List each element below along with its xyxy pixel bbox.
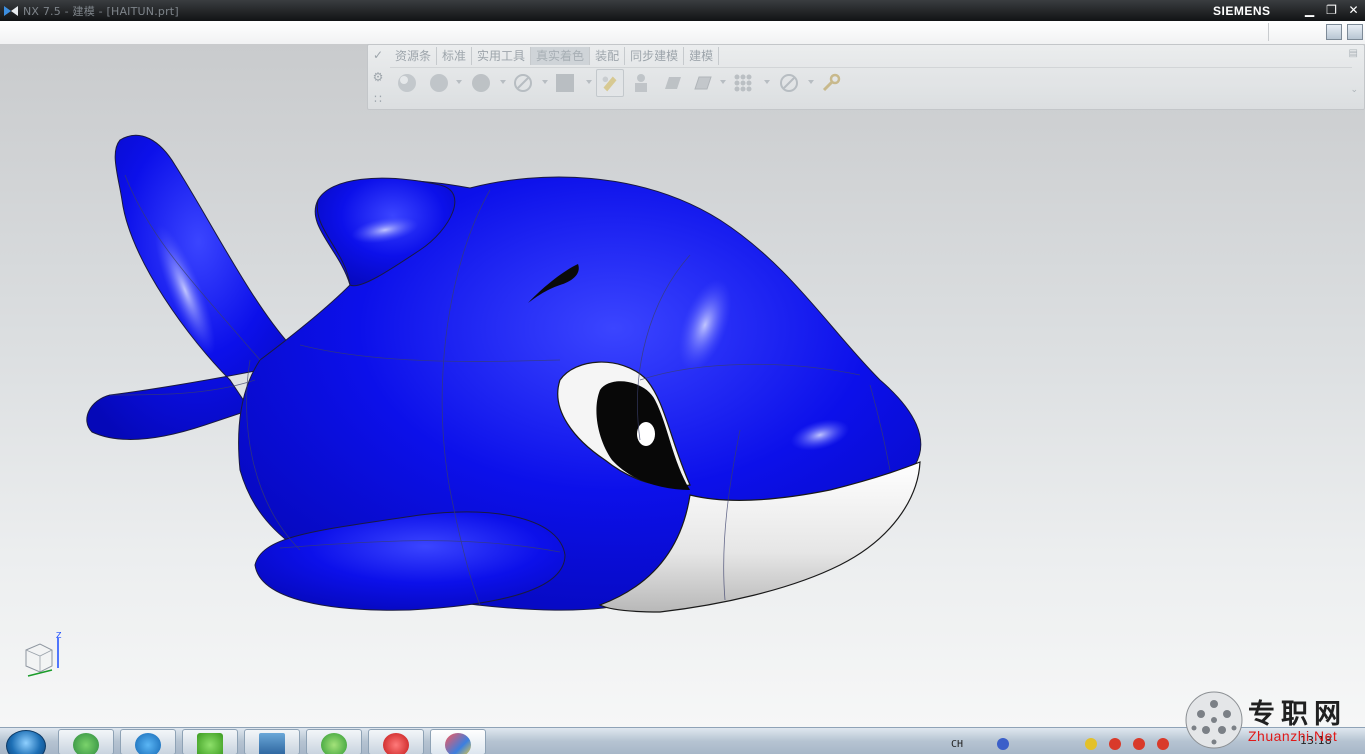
iqiyi-icon[interactable] [182,729,238,754]
ribbon-tabs: 资源条 标准 实用工具 真实着色 装配 同步建模 建模 [390,47,720,65]
dots-dropdown-icon[interactable] [764,80,770,84]
close-icon[interactable]: ✕ [1344,3,1363,19]
help-icon[interactable] [997,738,1009,750]
minimize-icon[interactable]: ▁ [1300,3,1319,19]
media-icon[interactable] [244,729,300,754]
ribbon-tools [390,67,1352,100]
sphere-shade-icon[interactable] [396,72,418,94]
window-tile-icon[interactable] [1326,24,1342,40]
qq-icon-3[interactable] [1133,738,1145,750]
plane-icon[interactable] [662,72,684,94]
dolphin-model[interactable] [0,44,1365,727]
no-symbol-icon-2[interactable] [778,72,800,94]
restore-icon[interactable]: ❐ [1322,3,1341,19]
title-bar: NX 7.5 - 建模 - [HAITUN.prt] SIEMENS ▁ ❐ ✕ [0,0,1365,21]
menu-bar [0,21,1365,45]
watermark-en: Zhuanzhi.Net [1248,728,1338,744]
player-icon[interactable] [368,729,424,754]
view-triad-icon: Z [25,631,62,677]
sphere-icon[interactable] [428,72,450,94]
window-title: NX 7.5 - 建模 - [HAITUN.prt] [23,4,179,18]
tab-synchronous-modeling[interactable]: 同步建模 [625,47,685,65]
start-orb-icon[interactable] [6,730,46,754]
qq-icon[interactable] [1085,738,1097,750]
figure-icon[interactable] [630,72,652,94]
ribbon-left-icons: ✓ ⚙ ∷ [370,47,388,113]
ribbon-collapse-icon[interactable]: ⌄ [1350,85,1358,95]
sphere-dropdown-icon[interactable] [456,80,462,84]
browser-icon[interactable] [306,729,362,754]
grip-icon[interactable]: ∷ [370,91,386,107]
sphere-flat-icon[interactable] [470,72,492,94]
soccer-globe-icon [1185,691,1243,749]
kugou-icon[interactable] [120,729,176,754]
triad-z-label: Z [56,631,62,640]
no-symbol-dropdown-icon-2[interactable] [808,80,814,84]
square-dropdown-icon[interactable] [586,80,592,84]
qq-icon-2[interactable] [1109,738,1121,750]
taskbar: CH 13:18 [0,727,1365,754]
graphics-viewport[interactable]: ✓ ⚙ ∷ 资源条 标准 实用工具 真实着色 装配 同步建模 建模 ▤ ⌄ Z [0,44,1365,727]
square-shade-icon[interactable] [554,72,576,94]
plane-dropdown-icon[interactable] [720,80,726,84]
tab-true-shading[interactable]: 真实着色 [531,47,591,65]
qq-icon-4[interactable] [1157,738,1169,750]
menu-divider [1268,23,1269,41]
resource-bar-icon[interactable]: ✓ [370,47,386,63]
tab-resource-bar[interactable]: 资源条 [390,47,438,65]
explorer-icon[interactable] [58,729,114,754]
pencil-highlight-icon[interactable] [596,69,624,97]
input-language[interactable]: CH [951,739,963,750]
tab-modeling[interactable]: 建模 [684,47,720,65]
siemens-brand: SIEMENS [1213,4,1271,18]
sphere-flat-dropdown-icon[interactable] [500,80,506,84]
no-symbol-icon[interactable] [512,72,534,94]
no-symbol-dropdown-icon[interactable] [542,80,548,84]
window-restore-icon[interactable] [1347,24,1363,40]
watermark: 专职网 Zhuanzhi.Net [1182,688,1365,753]
tab-standard[interactable]: 标准 [437,47,473,65]
tab-assembly[interactable]: 装配 [590,47,626,65]
wrench-icon[interactable] [820,72,842,94]
nx-logo-icon [4,5,18,16]
nx-icon[interactable] [430,729,486,754]
plane-grid-icon[interactable] [692,72,714,94]
dots-grid-icon[interactable] [732,72,754,94]
watermark-cn: 专职网 [1248,699,1347,730]
tab-utilities[interactable]: 实用工具 [472,47,532,65]
ribbon-toolbar: ✓ ⚙ ∷ 资源条 标准 实用工具 真实着色 装配 同步建模 建模 ▤ ⌄ [367,44,1365,110]
settings-gear-icon[interactable]: ⚙ [370,69,386,85]
ribbon-options-icon[interactable]: ▤ [1349,48,1358,59]
